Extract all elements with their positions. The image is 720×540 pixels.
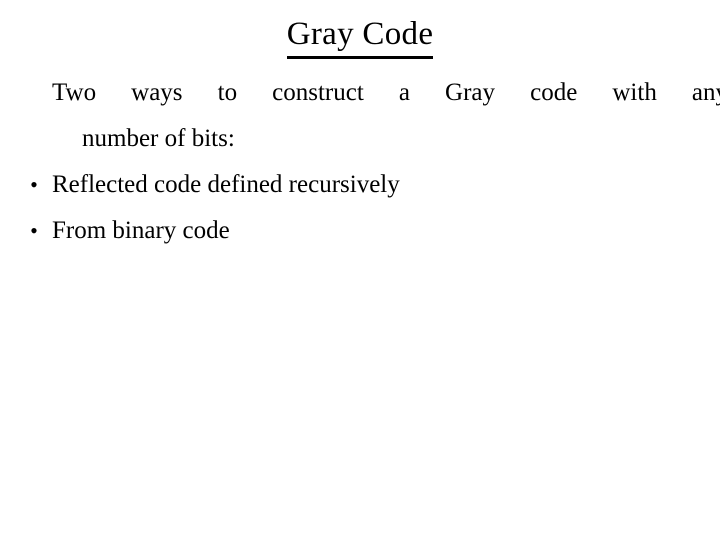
slide-title-text: Gray Code xyxy=(286,14,434,59)
bullet-item-label: Reflected code defined recursively xyxy=(52,171,400,198)
intro-paragraph-line-2: number of bits: xyxy=(82,125,235,152)
intro-paragraph: Two ways to construct a Gray code with a… xyxy=(22,70,720,162)
bullet-list: • Reflected code defined recursively • F… xyxy=(22,162,698,254)
slide-canvas: Gray Code Two ways to construct a Gray c… xyxy=(0,0,720,540)
bullet-item-from-binary-code: • From binary code xyxy=(22,208,698,254)
intro-paragraph-line-1: Two ways to construct a Gray code with a… xyxy=(52,79,720,106)
slide-title: Gray Code xyxy=(0,14,720,59)
slide-body: Two ways to construct a Gray code with a… xyxy=(22,70,720,254)
bullet-point-icon: • xyxy=(30,218,38,243)
bullet-item-label: From binary code xyxy=(52,217,230,244)
bullet-item-reflected-code: • Reflected code defined recursively xyxy=(22,162,698,208)
bullet-point-icon: • xyxy=(30,172,38,197)
